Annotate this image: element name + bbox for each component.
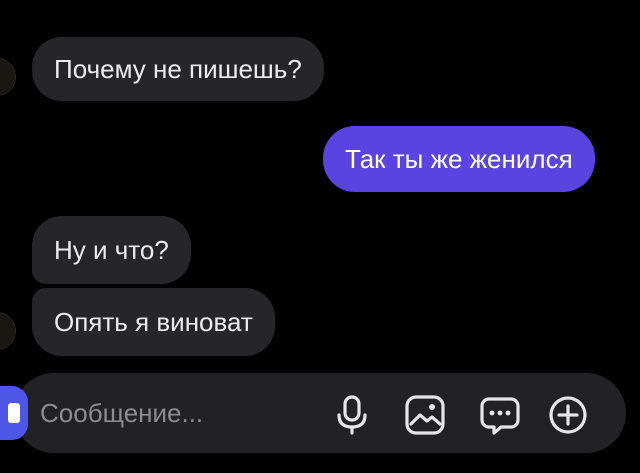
message-input-placeholder: Сообщение... <box>40 398 204 428</box>
message-text: Почему не пишешь? <box>54 54 302 84</box>
message-text: Ну и что? <box>54 235 169 265</box>
message-input[interactable]: Сообщение... <box>40 397 203 429</box>
message-bubble-incoming[interactable]: Опять я виноват <box>32 288 275 356</box>
contact-avatar[interactable] <box>0 312 16 350</box>
message-text: Так ты же женился <box>345 144 573 174</box>
contact-avatar[interactable] <box>0 58 16 96</box>
chat-more-button[interactable] <box>478 393 522 437</box>
message-bubble-outgoing[interactable]: Так ты же женился <box>323 126 595 192</box>
send-button[interactable] <box>0 386 28 440</box>
message-bubble-incoming[interactable]: Почему не пишешь? <box>32 37 324 101</box>
message-bubble-incoming[interactable]: Ну и что? <box>32 216 191 284</box>
attach-image-button[interactable] <box>403 393 447 437</box>
message-text: Опять я виноват <box>54 307 253 337</box>
add-button[interactable] <box>546 393 590 437</box>
chat-more-icon <box>480 397 520 435</box>
microphone-icon <box>337 395 367 435</box>
microphone-button[interactable] <box>330 393 374 437</box>
add-icon <box>549 396 587 434</box>
image-icon <box>405 395 445 435</box>
send-icon <box>8 403 20 423</box>
